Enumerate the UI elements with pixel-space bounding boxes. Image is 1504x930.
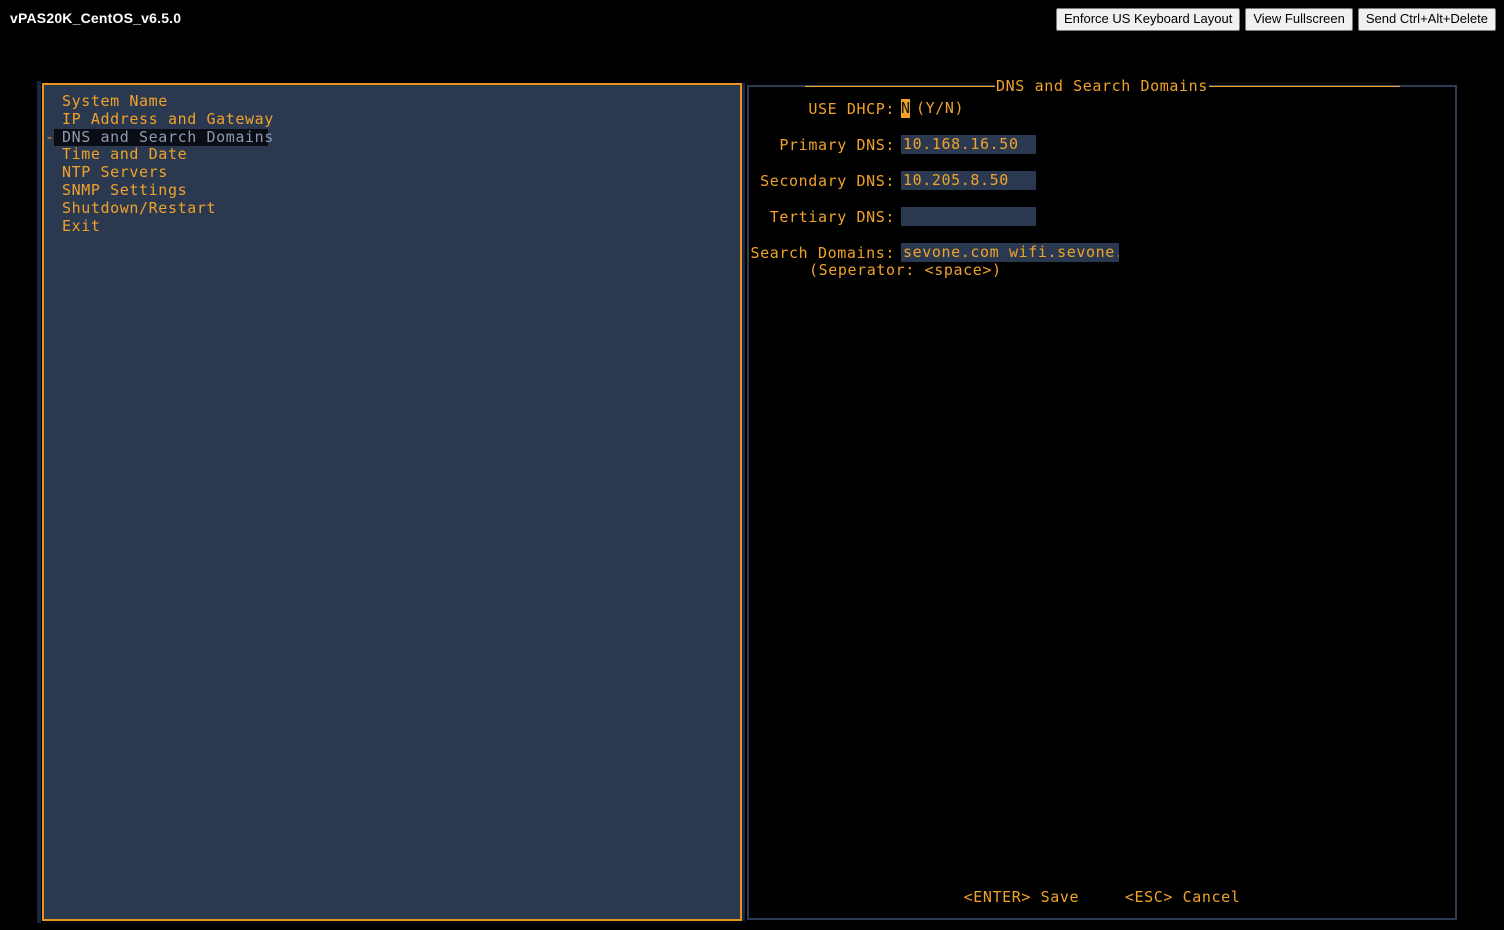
menu-item-shutdown-restart[interactable]: Shutdown/Restart [54,198,734,218]
field-row-primary-dns: Primary DNS: 10.168.16.50 [749,135,1455,171]
menu-item-label: DNS and Search Domains [62,127,274,146]
panel-title-bar: ——————————————————————DNS and Search Dom… [749,76,1455,95]
menu-item-dns-and-search-domains[interactable]: - DNS and Search Domains [45,128,273,147]
use-dhcp-field[interactable]: N (Y/N) [901,99,964,118]
menu-item-label: NTP Servers [62,163,168,182]
text-cursor: N [901,99,911,118]
menu-item-time-and-date[interactable]: Time and Date [54,145,734,164]
menu-item-snmp-settings[interactable]: SNMP Settings [54,180,734,200]
secondary-dns-input[interactable]: 10.205.8.50 [901,171,1036,190]
form-action-bar: <ENTER> Save <ESC> Cancel [749,888,1455,906]
panel-title: DNS and Search Domains [995,77,1209,95]
field-row-search-domains: Search Domains: sevone.com wifi.sevone.c… [749,243,1455,279]
toolbar-button-group: Enforce US Keyboard Layout View Fullscre… [1055,8,1496,31]
menu-panel-edge [37,81,41,923]
tertiary-dns-label: Tertiary DNS: [769,208,895,226]
dns-form: USE DHCP: N (Y/N) Primary DNS: 10.168.16.… [749,99,1455,279]
console-toolbar: vPAS20K_CentOS_v6.5.0 Enforce US Keyboar… [0,0,1504,38]
enforce-us-keyboard-layout-button[interactable]: Enforce US Keyboard Layout [1055,8,1241,31]
form-panel-edge [742,83,745,921]
tertiary-dns-input[interactable] [901,207,1036,226]
console-title: vPAS20K_CentOS_v6.5.0 [10,10,182,26]
menu-list: System Name IP Address and Gateway - DNS… [45,92,734,236]
field-row-secondary-dns: Secondary DNS: 10.205.8.50 [749,171,1455,207]
terminal-screen: System Name IP Address and Gateway - DNS… [0,38,1504,930]
menu-item-exit[interactable]: Exit [54,216,734,236]
use-dhcp-hint: (Y/N) [916,99,965,117]
menu-item-label: System Name [62,92,168,110]
search-domains-input[interactable]: sevone.com wifi.sevone.c [901,243,1119,262]
primary-dns-input[interactable]: 10.168.16.50 [901,135,1036,154]
menu-item-label: Exit [62,216,101,235]
search-domains-separator-note: (Seperator: <space>) [809,261,1002,279]
cancel-action[interactable]: <ESC> Cancel [1125,888,1241,906]
menu-item-label: Time and Date [62,145,188,164]
panel-title-dash-left: —————————————————————— [805,76,996,95]
menu-panel: System Name IP Address and Gateway - DNS… [42,83,742,921]
primary-dns-label: Primary DNS: [779,136,895,154]
secondary-dns-label: Secondary DNS: [760,172,895,190]
menu-item-ntp-servers[interactable]: NTP Servers [54,163,734,182]
view-fullscreen-button[interactable]: View Fullscreen [1245,8,1353,31]
menu-item-label: SNMP Settings [62,180,188,199]
dns-settings-panel: ——————————————————————DNS and Search Dom… [747,76,1457,920]
menu-item-label: IP Address and Gateway [62,109,274,128]
field-row-use-dhcp: USE DHCP: N (Y/N) [749,99,1455,135]
field-row-tertiary-dns: Tertiary DNS: [749,207,1455,243]
menu-item-system-name[interactable]: System Name [54,92,734,111]
panel-title-dash-right: —————————————————————— [1208,76,1400,95]
search-domains-label: Search Domains: [750,244,895,262]
menu-item-ip-address-and-gateway[interactable]: IP Address and Gateway [54,109,734,129]
send-ctrl-alt-delete-button[interactable]: Send Ctrl+Alt+Delete [1357,8,1496,31]
console-viewport: vPAS20K_CentOS_v6.5.0 Enforce US Keyboar… [0,0,1504,930]
save-action[interactable]: <ENTER> Save [964,888,1080,906]
use-dhcp-label: USE DHCP: [808,100,895,118]
menu-item-label: Shutdown/Restart [62,198,217,217]
selection-marker-icon: - [45,127,55,146]
